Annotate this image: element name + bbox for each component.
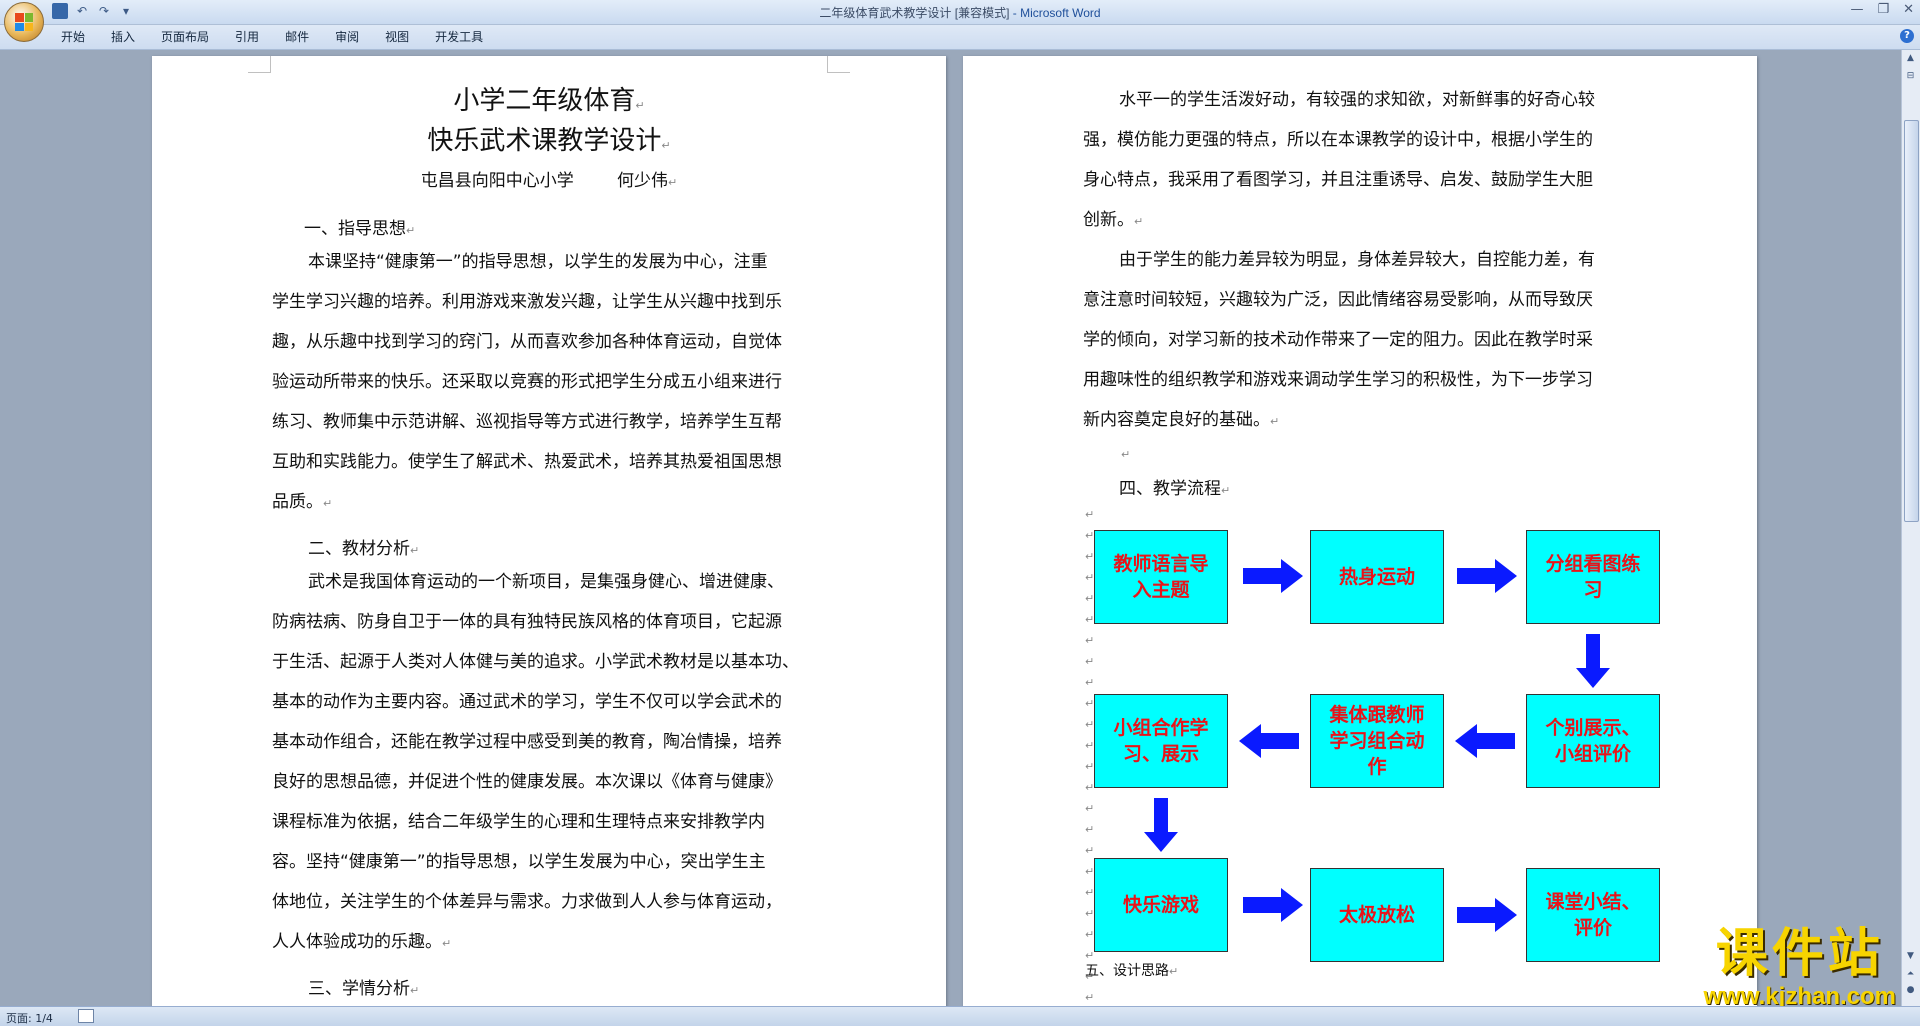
- document-workspace: 小学二年级体育↵ 快乐武术课教学设计↵ 屯昌县向阳中心小学 何少伟↵ 一、指导思…: [0, 50, 1900, 1006]
- flow-arrow-right: [1243, 888, 1303, 922]
- flow-arrow-left: [1455, 724, 1515, 758]
- text-line: 新内容奠定良好的基础。↵: [1083, 410, 1280, 430]
- heading-guiding-idea: 一、指导思想↵: [304, 219, 416, 239]
- paragraph-mark: ↵: [1121, 448, 1131, 461]
- text-line: 本课坚持“健康第一”的指导思想，以学生的发展为中心，注重: [308, 252, 768, 272]
- tab-developer[interactable]: 开发工具: [422, 29, 496, 45]
- text-line: 良好的思想品德，并促进个性的健康发展。本次课以《体育与健康》: [272, 772, 782, 792]
- text-line: 意注意时间较短，兴趣较为广泛，因此情绪容易受影响，从而导致厌: [1083, 290, 1593, 310]
- heading-student-analysis: 三、学情分析↵: [308, 979, 420, 999]
- close-icon[interactable]: ✕: [1903, 2, 1914, 17]
- flow-box-happy-game: 快乐游戏: [1094, 858, 1228, 952]
- select-browse-object-icon[interactable]: ●: [1904, 984, 1917, 997]
- scrollbar-thumb[interactable]: [1904, 120, 1919, 522]
- text-line: 身心特点，我采用了看图学习，并且注重诱导、启发、鼓励学生大胆: [1083, 170, 1593, 190]
- app-name: - Microsoft Word: [1009, 6, 1101, 20]
- flow-box-group-practice: 分组看图练习: [1526, 530, 1660, 624]
- heading-teaching-flow: 四、教学流程↵: [1119, 479, 1231, 499]
- ribbon-bar: 开始 插入 页面布局 引用 邮件 审阅 视图 开发工具 ?: [0, 25, 1920, 50]
- ruler-toggle-icon[interactable]: ⊟: [1904, 70, 1917, 83]
- text-line: 于生活、起源于人类对人体健与美的追求。小学武术教材是以基本功、: [272, 652, 799, 672]
- text-line: 基本动作组合，还能在教学过程中感受到美的教育，陶冶情操，培养: [272, 732, 782, 752]
- tab-view[interactable]: 视图: [372, 29, 422, 45]
- text-line: 防病祛病、防身自卫于一体的具有独特民族风格的体育项目，它起源: [272, 612, 782, 632]
- page-counter[interactable]: 页面: 1/4: [6, 1010, 53, 1026]
- help-icon[interactable]: ?: [1900, 29, 1914, 43]
- text-line: 学的倾向，对学习新的技术动作带来了一定的阻力。因此在教学时采: [1083, 330, 1593, 350]
- paragraph-student-traits: 水平一的学生活泼好动，有较强的求知欲，对新鲜事的好奇心较 强，模仿能力更强的特点…: [1083, 80, 1639, 240]
- flow-box-show-evaluate: 个别展示、小组评价: [1526, 694, 1660, 788]
- heading-material-analysis: 二、教材分析↵: [308, 539, 420, 559]
- spelling-check-icon[interactable]: [78, 1009, 94, 1023]
- text-line: 水平一的学生活泼好动，有较强的求知欲，对新鲜事的好奇心较: [1119, 90, 1595, 110]
- text-line: 人人体验成功的乐趣。↵: [272, 932, 452, 952]
- tab-insert[interactable]: 插入: [98, 29, 148, 45]
- flow-box-summary: 课堂小结、评价: [1526, 868, 1660, 962]
- vertical-scrollbar[interactable]: ▲ ⊟ ▼ ⏶ ●: [1901, 50, 1920, 1006]
- flow-box-taichi-relax: 太极放松: [1310, 868, 1444, 962]
- minimize-icon[interactable]: —: [1850, 2, 1863, 17]
- ribbon-tabs: 开始 插入 页面布局 引用 邮件 审阅 视图 开发工具: [48, 29, 496, 45]
- text-line: 由于学生的能力差异较为明显，身体差异较大，自控能力差，有: [1119, 250, 1595, 270]
- text-line: 趣，从乐趣中找到学习的窍门，从而喜欢参加各种体育运动，自觉体: [272, 332, 782, 352]
- text-line: 课程标准为依据，结合二年级学生的心理和生理特点来安排教学内: [272, 812, 765, 832]
- flow-box-intro: 教师语言导入主题: [1094, 530, 1228, 624]
- office-logo-icon: [15, 13, 33, 31]
- scroll-up-icon[interactable]: ▲: [1904, 52, 1917, 65]
- margin-corner-mark: [248, 56, 271, 73]
- flow-arrow-left: [1239, 724, 1299, 758]
- flow-arrow-right: [1457, 898, 1517, 932]
- margin-corner-mark: [827, 56, 850, 73]
- doc-title-line2: 快乐武术课教学设计↵: [427, 126, 671, 156]
- text-line: 互助和实践能力。使学生了解武术、热爱武术，培养其热爱祖国思想: [272, 452, 782, 472]
- text-line: 基本的动作为主要内容。通过武术的学习，学生不仅可以学会武术的: [272, 692, 782, 712]
- flow-box-warmup: 热身运动: [1310, 530, 1444, 624]
- site-watermark-logo: 课件站 www.kjzhan.com: [1704, 925, 1896, 1011]
- doc-title-line1: 小学二年级体育↵: [453, 86, 645, 116]
- paragraph-guiding-idea: 本课坚持“健康第一”的指导思想，以学生的发展为中心，注重 学生学习兴趣的培养。利…: [272, 242, 828, 522]
- flow-arrow-down: [1144, 798, 1178, 852]
- scroll-down-icon[interactable]: ▼: [1904, 950, 1917, 963]
- text-line: 容。坚持“健康第一”的指导思想，以学生发展为中心，突出学生主: [272, 852, 766, 872]
- flow-arrow-right: [1243, 559, 1303, 593]
- tab-references[interactable]: 引用: [222, 29, 272, 45]
- tab-page-layout[interactable]: 页面布局: [148, 29, 222, 45]
- text-line: 练习、教师集中示范讲解、巡视指导等方式进行教学，培养学生互帮: [272, 412, 782, 432]
- watermark-title: 课件站: [1715, 924, 1884, 984]
- page-2[interactable]: 水平一的学生活泼好动，有较强的求知欲，对新鲜事的好奇心较 强，模仿能力更强的特点…: [963, 56, 1757, 1006]
- author-line: 屯昌县向阳中心小学 何少伟↵: [420, 171, 678, 191]
- flow-arrow-right: [1457, 559, 1517, 593]
- tab-home[interactable]: 开始: [48, 29, 98, 45]
- text-line: 验运动所带来的快乐。还采取以竞赛的形式把学生分成五小组来进行: [272, 372, 782, 392]
- text-line: 创新。↵: [1083, 210, 1144, 230]
- text-line: 用趣味性的组织教学和游戏来调动学生学习的积极性，为下一步学习: [1083, 370, 1593, 390]
- text-line: 武术是我国体育运动的一个新项目，是集强身健心、增进健康、: [308, 572, 784, 592]
- text-line: 强，模仿能力更强的特点，所以在本课教学的设计中，根据小学生的: [1083, 130, 1593, 150]
- tab-review[interactable]: 审阅: [322, 29, 372, 45]
- title-bar: ↶ ↷ ▾ 二年级体育武术教学设计 [兼容模式] - Microsoft Wor…: [0, 0, 1920, 42]
- maximize-icon[interactable]: ❐: [1877, 2, 1889, 17]
- page-1[interactable]: 小学二年级体育↵ 快乐武术课教学设计↵ 屯昌县向阳中心小学 何少伟↵ 一、指导思…: [152, 56, 946, 1006]
- status-bar: 页面: 1/4: [0, 1006, 1920, 1026]
- flow-box-follow-teacher: 集体跟教师学习组合动作: [1310, 694, 1444, 788]
- heading-design-idea: 五、设计思路↵: [1085, 963, 1179, 979]
- previous-page-icon[interactable]: ⏶: [1904, 968, 1917, 981]
- paragraph-student-differences: 由于学生的能力差异较为明显，身体差异较大，自控能力差，有 意注意时间较短，兴趣较…: [1083, 240, 1639, 440]
- paragraph-material-analysis: 武术是我国体育运动的一个新项目，是集强身健心、增进健康、 防病祛病、防身自卫于一…: [272, 562, 828, 962]
- flow-arrow-down: [1576, 634, 1610, 688]
- document-name: 二年级体育武术教学设计 [兼容模式]: [819, 6, 1010, 20]
- tab-mailings[interactable]: 邮件: [272, 29, 322, 45]
- paragraph-marks-column: ↵ ↵ ↵ ↵ ↵ ↵ ↵ ↵ ↵ ↵ ↵ ↵ ↵ ↵ ↵ ↵ ↵ ↵ ↵ ↵ ↵ ↵ ↵ ↵: [1085, 508, 1095, 1004]
- flow-box-group-cooperation: 小组合作学习、展示: [1094, 694, 1228, 788]
- office-button[interactable]: [4, 2, 44, 42]
- text-line: 体地位，关注学生的个体差异与需求。力求做到人人参与体育运动，: [272, 892, 782, 912]
- window-title: 二年级体育武术教学设计 [兼容模式] - Microsoft Word: [0, 4, 1920, 21]
- text-line: 品质。↵: [272, 492, 333, 512]
- window-controls: — ❐ ✕: [1850, 2, 1914, 17]
- text-line: 学生学习兴趣的培养。利用游戏来激发兴趣，让学生从兴趣中找到乐: [272, 292, 782, 312]
